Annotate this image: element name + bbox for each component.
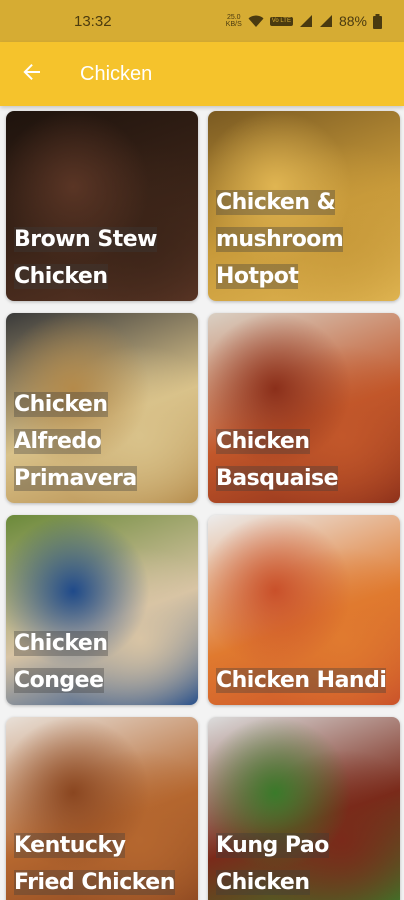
network-speed-unit: KB/S	[225, 21, 242, 28]
battery-icon	[373, 13, 382, 29]
recipe-card[interactable]: Chicken Congee	[6, 515, 198, 705]
recipe-card[interactable]: Chicken Basquaise	[208, 313, 400, 503]
recipe-card[interactable]: Brown Stew Chicken	[6, 111, 198, 301]
page-title: Chicken	[80, 62, 153, 85]
network-speed-value: 25.0	[226, 14, 241, 21]
recipe-name: Kung Pao Chicken	[216, 833, 329, 895]
arrow-back-icon	[23, 63, 41, 85]
wifi-icon	[248, 15, 264, 28]
signal-icon-2	[319, 14, 333, 28]
volte-badge: Vo LTE	[269, 16, 293, 26]
signal-icon	[299, 14, 313, 28]
recipe-name: Chicken Handi	[216, 668, 387, 693]
recipe-name: Brown Stew Chicken	[14, 227, 157, 289]
recipe-name: Chicken Alfredo Primavera	[14, 392, 137, 491]
network-speed: 25.0 KB/S	[226, 14, 242, 28]
recipe-name: Chicken Basquaise	[216, 429, 339, 491]
recipe-name: Chicken & mushroom Hotpot	[216, 190, 344, 289]
recipe-card[interactable]: Chicken Alfredo Primavera	[6, 313, 198, 503]
status-bar: 13:32 25.0 KB/S Vo LTE 88%	[0, 0, 404, 42]
recipe-name: Chicken Congee	[14, 631, 108, 693]
back-button[interactable]	[0, 42, 64, 106]
app-bar: Chicken	[0, 42, 404, 106]
recipe-card[interactable]: Kung Pao Chicken	[208, 717, 400, 900]
recipe-card[interactable]: Kentucky Fried Chicken	[6, 717, 198, 900]
recipe-card[interactable]: Chicken Handi	[208, 515, 400, 705]
battery-percent: 88%	[338, 13, 367, 29]
recipe-grid: Brown Stew Chicken Chicken & mushroom Ho…	[0, 106, 404, 900]
status-time: 13:32	[74, 12, 112, 30]
recipe-card[interactable]: Chicken & mushroom Hotpot	[208, 111, 400, 301]
status-icons: 25.0 KB/S Vo LTE 88%	[226, 13, 382, 29]
recipe-name: Kentucky Fried Chicken	[14, 833, 175, 895]
